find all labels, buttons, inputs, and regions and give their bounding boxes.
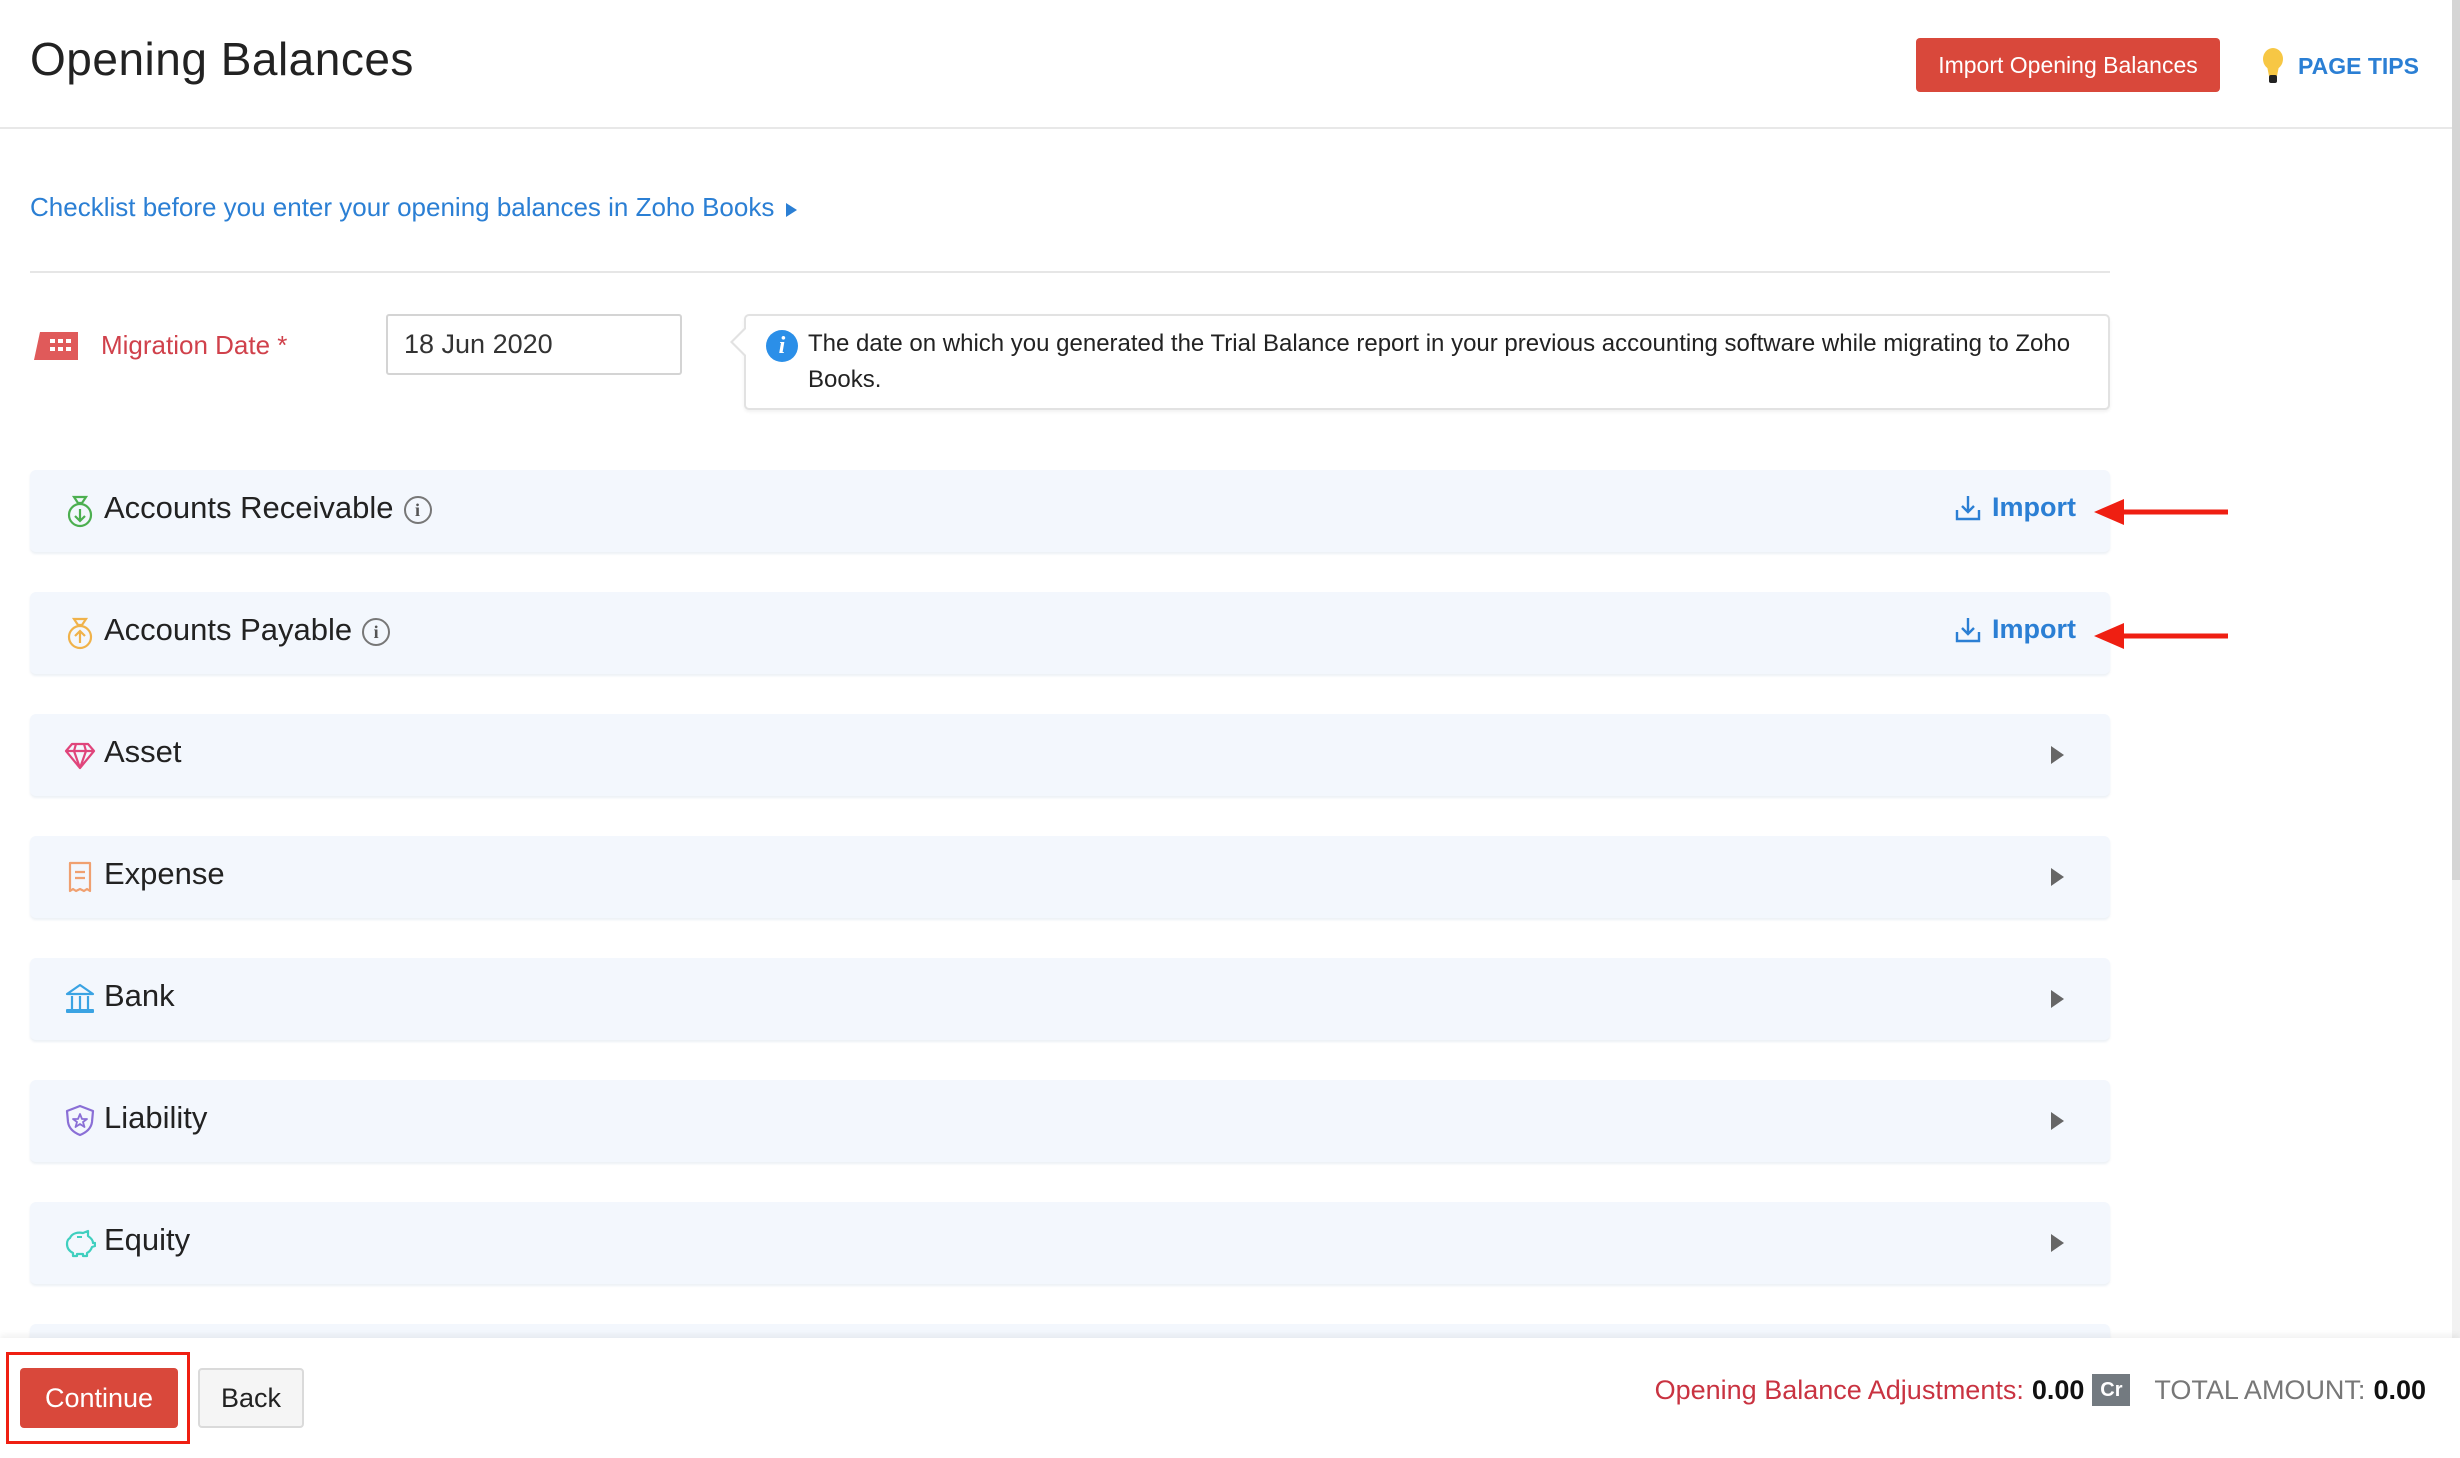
- caret-right-icon: [786, 202, 798, 217]
- account-section-expense[interactable]: Expense: [30, 836, 2110, 918]
- lightbulb-icon: [2263, 48, 2283, 83]
- expand-caret-icon[interactable]: [2051, 868, 2064, 886]
- adjustments-value: 0.00: [2031, 1374, 2085, 1405]
- adjustments-label: Opening Balance Adjustments:: [1654, 1374, 2024, 1405]
- footer-bar: Continue Back Opening Balance Adjustment…: [0, 1338, 2460, 1458]
- calendar-icon: [34, 332, 78, 360]
- bank-icon: [65, 983, 95, 1013]
- continue-button[interactable]: Continue: [20, 1368, 178, 1428]
- section-divider: [30, 271, 2110, 273]
- account-section-label: Accounts Receivable: [104, 490, 394, 525]
- download-icon: [1955, 617, 1981, 642]
- piggy-bank-icon: [65, 1229, 96, 1258]
- import-label: Import: [1992, 614, 2076, 644]
- account-section-liability[interactable]: Liability: [30, 1080, 2110, 1162]
- checklist-link-label: Checklist before you enter your opening …: [30, 192, 775, 222]
- checklist-link[interactable]: Checklist before you enter your opening …: [30, 192, 798, 223]
- account-section-bank[interactable]: Bank: [30, 958, 2110, 1040]
- download-icon: [1955, 495, 1981, 520]
- import-label: Import: [1992, 492, 2076, 522]
- total-amount-value: 0.00: [2373, 1374, 2426, 1405]
- diamond-icon: [64, 742, 96, 770]
- import-opening-balances-button[interactable]: Import Opening Balances: [1916, 38, 2220, 92]
- import-receivable-link[interactable]: Import: [1954, 492, 2076, 523]
- account-section-label: Bank: [104, 978, 175, 1013]
- shield-star-icon: [65, 1104, 95, 1137]
- annotation-arrow-icon: [2094, 499, 2228, 525]
- expand-caret-icon[interactable]: [2051, 1112, 2064, 1130]
- account-section-label: Liability: [104, 1100, 208, 1135]
- import-payable-link[interactable]: Import: [1954, 614, 2076, 645]
- expand-caret-icon[interactable]: [2051, 746, 2064, 764]
- scrollbar-thumb[interactable]: [2452, 0, 2460, 880]
- account-section-accounts-receivable[interactable]: Accounts Receivable i Import: [30, 470, 2110, 552]
- total-amount-label: TOTAL AMOUNT:: [2154, 1374, 2366, 1405]
- info-icon: i: [766, 330, 798, 362]
- account-section-equity[interactable]: Equity: [30, 1202, 2110, 1284]
- money-bag-up-icon: [67, 617, 93, 650]
- migration-date-info-tooltip: i The date on which you generated the Tr…: [730, 314, 2110, 410]
- account-section-label: Expense: [104, 856, 225, 891]
- expand-caret-icon[interactable]: [2051, 990, 2064, 1008]
- account-section-accounts-payable[interactable]: Accounts Payable i Import: [30, 592, 2110, 674]
- annotation-arrow-icon: [2094, 623, 2228, 649]
- migration-date-label: Migration Date *: [101, 330, 288, 360]
- account-section-label: Asset: [104, 734, 182, 769]
- expand-caret-icon[interactable]: [2051, 1234, 2064, 1252]
- money-bag-down-icon: [67, 495, 93, 528]
- receipt-icon: [68, 861, 92, 893]
- account-section-label: Equity: [104, 1222, 191, 1257]
- back-button[interactable]: Back: [198, 1368, 304, 1428]
- vertical-scrollbar[interactable]: [2452, 0, 2460, 1338]
- totals-summary: Opening Balance Adjustments: 0.00 Cr TOT…: [1655, 1374, 2426, 1406]
- migration-date-input[interactable]: [386, 314, 682, 375]
- migration-date-info-text: The date on which you generated the Tria…: [808, 330, 2071, 393]
- page-tips-link[interactable]: PAGE TIPS: [2262, 46, 2419, 86]
- account-section-label: Accounts Payable: [104, 612, 353, 647]
- page-tips-label: PAGE TIPS: [2298, 52, 2419, 79]
- account-section-asset[interactable]: Asset: [30, 714, 2110, 796]
- page-header: Opening Balances Import Opening Balances…: [0, 0, 2452, 129]
- page-title: Opening Balances: [30, 33, 414, 85]
- info-circle-icon[interactable]: i: [362, 617, 391, 646]
- credit-badge: Cr: [2092, 1374, 2131, 1406]
- info-circle-icon[interactable]: i: [403, 495, 432, 524]
